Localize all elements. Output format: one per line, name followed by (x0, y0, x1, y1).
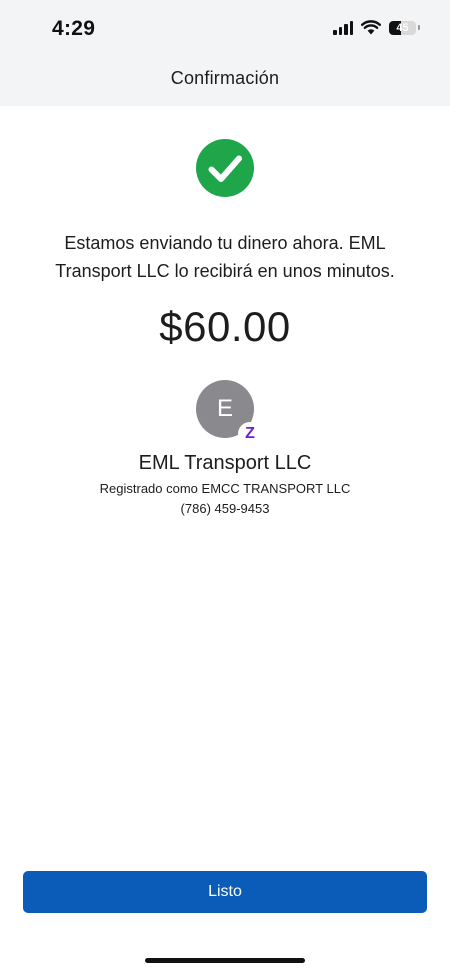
recipient-registered-name: Registrado como EMCC TRANSPORT LLC (99, 481, 351, 496)
battery-icon: 45 (389, 20, 416, 35)
recipient-phone: (786) 459-9453 (180, 501, 270, 516)
battery-level: 45 (396, 21, 409, 34)
page-title: Confirmación (170, 68, 280, 88)
status-icons: 45 (333, 20, 420, 35)
battery-cap (418, 25, 420, 30)
status-time: 4:29 (52, 17, 96, 40)
checkmark-circle-icon (196, 139, 254, 197)
status-bar: 4:29 45 (0, 0, 450, 58)
home-indicator (145, 958, 305, 963)
done-button[interactable]: Listo (23, 871, 427, 913)
wifi-icon (361, 20, 381, 35)
zelle-icon: Z (238, 422, 262, 446)
top-bar: 4:29 45 Confirmación (0, 0, 450, 106)
amount: $60.00 (159, 303, 291, 350)
confirmation-message: Estamos enviando tu dinero ahora. EML Tr… (55, 233, 395, 281)
recipient-name: EML Transport LLC (138, 452, 312, 474)
cellular-signal-icon (333, 20, 353, 35)
